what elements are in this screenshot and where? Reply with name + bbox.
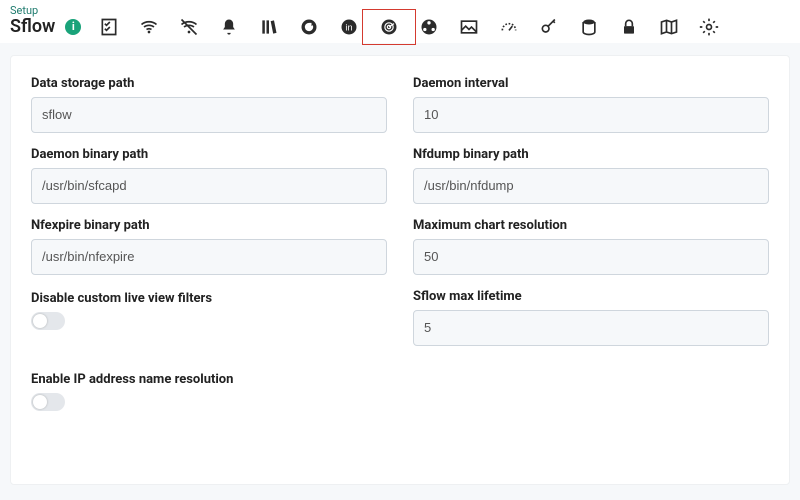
input-nfexpire-binary-path[interactable] [31, 239, 387, 275]
field-disable-custom-filters: Disable custom live view filters [31, 289, 387, 346]
input-sflow-max-lifetime[interactable] [413, 310, 769, 346]
input-daemon-binary-path[interactable] [31, 168, 387, 204]
label-nfexpire-binary-path: Nfexpire binary path [31, 218, 387, 233]
settings-grid: Data storage path Daemon interval Daemon… [31, 76, 769, 411]
input-data-storage-path[interactable] [31, 97, 387, 133]
field-max-chart-resolution: Maximum chart resolution [413, 218, 769, 275]
key-icon[interactable] [539, 17, 559, 37]
cluster-icon[interactable] [419, 17, 439, 37]
label-data-storage-path: Data storage path [31, 76, 387, 91]
field-enable-ip-resolution: Enable IP address name resolution [31, 360, 387, 411]
storage-icon[interactable] [579, 17, 599, 37]
label-daemon-binary-path: Daemon binary path [31, 147, 387, 162]
label-sflow-max-lifetime: Sflow max lifetime [413, 289, 769, 304]
toggle-enable-ip-resolution[interactable] [31, 393, 65, 411]
radar-icon[interactable] [379, 17, 399, 37]
toolbar: in [99, 17, 790, 37]
lock-icon[interactable] [619, 17, 639, 37]
label-nfdump-binary-path: Nfdump binary path [413, 147, 769, 162]
field-sflow-max-lifetime: Sflow max lifetime [413, 289, 769, 346]
toggle-disable-custom-filters[interactable] [31, 312, 65, 330]
library-icon[interactable] [259, 17, 279, 37]
input-daemon-interval[interactable] [413, 97, 769, 133]
label-max-chart-resolution: Maximum chart resolution [413, 218, 769, 233]
field-nfdump-binary-path: Nfdump binary path [413, 147, 769, 204]
gear-icon[interactable] [699, 17, 719, 37]
field-daemon-interval: Daemon interval [413, 76, 769, 133]
page-header: Setup Sflow i in [0, 0, 800, 43]
page-title: Sflow [10, 17, 55, 37]
empty-cell [413, 360, 769, 411]
svg-text:in: in [346, 22, 353, 32]
label-enable-ip-resolution: Enable IP address name resolution [31, 372, 387, 387]
field-nfexpire-binary-path: Nfexpire binary path [31, 218, 387, 275]
input-nfdump-binary-path[interactable] [413, 168, 769, 204]
info-icon[interactable]: i [65, 19, 81, 35]
settings-panel: Data storage path Daemon interval Daemon… [10, 55, 790, 485]
image-icon[interactable] [459, 17, 479, 37]
wifi-icon[interactable] [139, 17, 159, 37]
map-icon[interactable] [659, 17, 679, 37]
crossed-wifi-icon[interactable] [179, 17, 199, 37]
field-data-storage-path: Data storage path [31, 76, 387, 133]
field-daemon-binary-path: Daemon binary path [31, 147, 387, 204]
input-max-chart-resolution[interactable] [413, 239, 769, 275]
label-disable-custom-filters: Disable custom live view filters [31, 291, 387, 306]
checklist-icon[interactable] [99, 17, 119, 37]
refresh-icon[interactable] [299, 17, 319, 37]
gauge-icon[interactable] [499, 17, 519, 37]
info-circle-icon[interactable]: in [339, 17, 359, 37]
title-block: Setup Sflow [10, 4, 55, 37]
label-daemon-interval: Daemon interval [413, 76, 769, 91]
bell-icon[interactable] [219, 17, 239, 37]
